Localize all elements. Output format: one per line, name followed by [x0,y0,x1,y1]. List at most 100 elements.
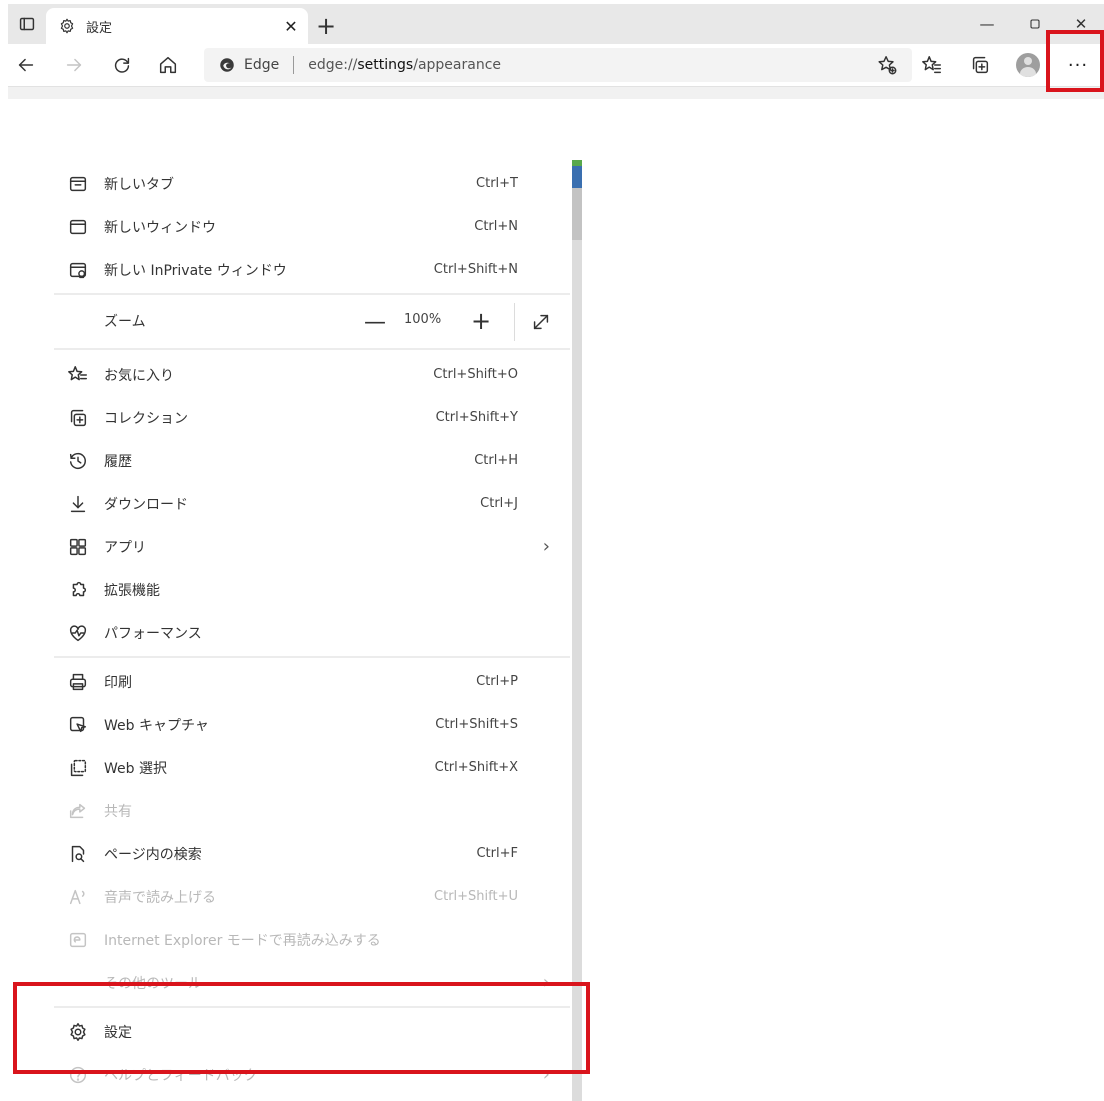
tab-title: 設定 [86,20,113,36]
edge-badge: Edge [218,56,279,74]
menu-item-label: 新しい InPrivate ウィンドウ [104,262,287,279]
arrow-left-icon [18,58,34,72]
menu-item-shortcut: Ctrl+Shift+O [433,367,518,382]
menu-item-new-window[interactable]: 新しいウィンドウ Ctrl+N [54,205,572,248]
address-url[interactable]: edge://settings/appearance [308,57,501,73]
download-icon [66,492,90,516]
menu-scrollbar[interactable] [572,160,582,1101]
url-scheme: edge:// [308,57,358,73]
menu-item-ie-mode: Internet Explorer モードで再読み込みする [54,918,572,961]
menu-item-read-aloud: 音声で読み上げる Ctrl+Shift+U [54,875,572,918]
menu-item-label: アプリ [104,539,146,556]
menu-item-label: 印刷 [104,674,132,691]
back-button[interactable] [10,49,42,81]
menu-item-label: Internet Explorer モードで再読み込みする [104,932,381,949]
menu-item-shortcut: Ctrl+Shift+U [434,889,518,904]
tab-actions-button[interactable] [12,10,42,38]
menu-item-label: ダウンロード [104,496,188,513]
menu-item-apps[interactable]: アプリ › [54,525,572,568]
avatar [1016,53,1040,77]
add-favorite-button[interactable] [876,54,898,76]
menu-item-web-select[interactable]: Web 選択 Ctrl+Shift+X [54,746,572,789]
profile-button[interactable] [1012,49,1044,81]
apps-icon [66,535,90,559]
menu-item-label: 新しいタブ [104,176,174,193]
scrollbar-accent [572,160,582,188]
menu-item-shortcut: Ctrl+Shift+Y [435,410,518,425]
tab-actions-icon [19,17,35,31]
favorites-icon [922,56,941,74]
minimize-button[interactable]: — [964,8,1010,40]
menu-item-label: パフォーマンス [104,625,202,642]
zoom-row: ズーム — 100% + [54,297,572,347]
menu-item-shortcut: Ctrl+P [476,674,518,689]
web-select-icon [66,756,90,780]
refresh-button[interactable] [106,49,138,81]
forward-button[interactable] [58,49,90,81]
menu-item-history[interactable]: 履歴 Ctrl+H [54,439,572,482]
menu-item-shortcut: Ctrl+Shift+X [434,760,518,775]
url-path: /appearance [413,57,502,73]
menu-item-label: お気に入り [104,367,174,384]
menu-item-web-capture[interactable]: Web キャプチャ Ctrl+Shift+S [54,703,572,746]
gear-icon [58,17,76,35]
highlight-more-button [1046,30,1104,92]
menu-item-shortcut: Ctrl+J [480,496,518,511]
tab-settings[interactable]: 設定 ✕ [46,8,308,44]
address-bar[interactable]: Edge edge://settings/appearance [204,48,912,82]
extensions-icon [66,578,90,602]
menu-item-extensions[interactable]: 拡張機能 [54,568,572,611]
address-separator [293,56,295,74]
menu-item-label: ページ内の検索 [104,846,202,863]
menu-item-label: 履歴 [104,453,132,470]
menu-item-downloads[interactable]: ダウンロード Ctrl+J [54,482,572,525]
collections-button[interactable] [964,49,996,81]
arrow-right-icon [66,58,82,72]
inprivate-icon [66,258,90,282]
menu-item-label: コレクション [104,410,188,427]
menu-item-shortcut: Ctrl+Shift+S [435,717,518,732]
zoom-out-button[interactable]: — [360,307,390,337]
menu-item-collections[interactable]: コレクション Ctrl+Shift+Y [54,396,572,439]
favorites-icon [66,363,90,387]
zoom-level: 100% [404,312,442,327]
menu-item-shortcut: Ctrl+N [474,219,518,234]
menu-item-shortcut: Ctrl+H [474,453,518,468]
menu-item-label: Web キャプチャ [104,717,209,734]
find-icon [66,842,90,866]
menu-item-performance[interactable]: パフォーマンス [54,611,572,654]
menu-item-label: 拡張機能 [104,582,160,599]
menu-item-shortcut: Ctrl+Shift+N [433,262,518,277]
fullscreen-button[interactable] [526,307,556,337]
edge-label: Edge [244,57,280,73]
toolbar-bottom-strip [8,86,1104,99]
zoom-in-button[interactable]: + [466,306,496,336]
toolbar: Edge edge://settings/appearance ··· [8,44,1104,86]
menu-item-find-on-page[interactable]: ページ内の検索 Ctrl+F [54,832,572,875]
menu-item-shortcut: Ctrl+F [476,846,518,861]
menu-item-new-inprivate-window[interactable]: 新しい InPrivate ウィンドウ Ctrl+Shift+N [54,248,572,291]
home-button[interactable] [152,49,184,81]
history-icon [66,449,90,473]
fullscreen-icon [533,314,549,330]
tab-bar: 設定 ✕ + — ✕ [8,4,1104,44]
print-icon [66,670,90,694]
chevron-right-icon: › [542,536,550,557]
menu-item-label: 新しいウィンドウ [104,219,216,236]
menu-divider [54,293,570,295]
favorites-button[interactable] [916,49,948,81]
close-tab-icon[interactable]: ✕ [280,15,302,37]
menu-item-favorites[interactable]: お気に入り Ctrl+Shift+O [54,353,572,396]
collections-icon [972,56,989,74]
menu-item-print[interactable]: 印刷 Ctrl+P [54,660,572,703]
home-icon [159,56,177,74]
highlight-settings-item [13,982,590,1074]
menu-item-shortcut: Ctrl+T [476,176,518,191]
new-tab-button[interactable]: + [312,12,340,40]
zoom-label: ズーム [104,314,146,330]
maximize-icon [1030,19,1040,29]
menu-item-label: 共有 [104,803,132,820]
collections-icon [66,406,90,430]
menu-item-label: Web 選択 [104,760,167,777]
menu-item-new-tab[interactable]: 新しいタブ Ctrl+T [54,162,572,205]
